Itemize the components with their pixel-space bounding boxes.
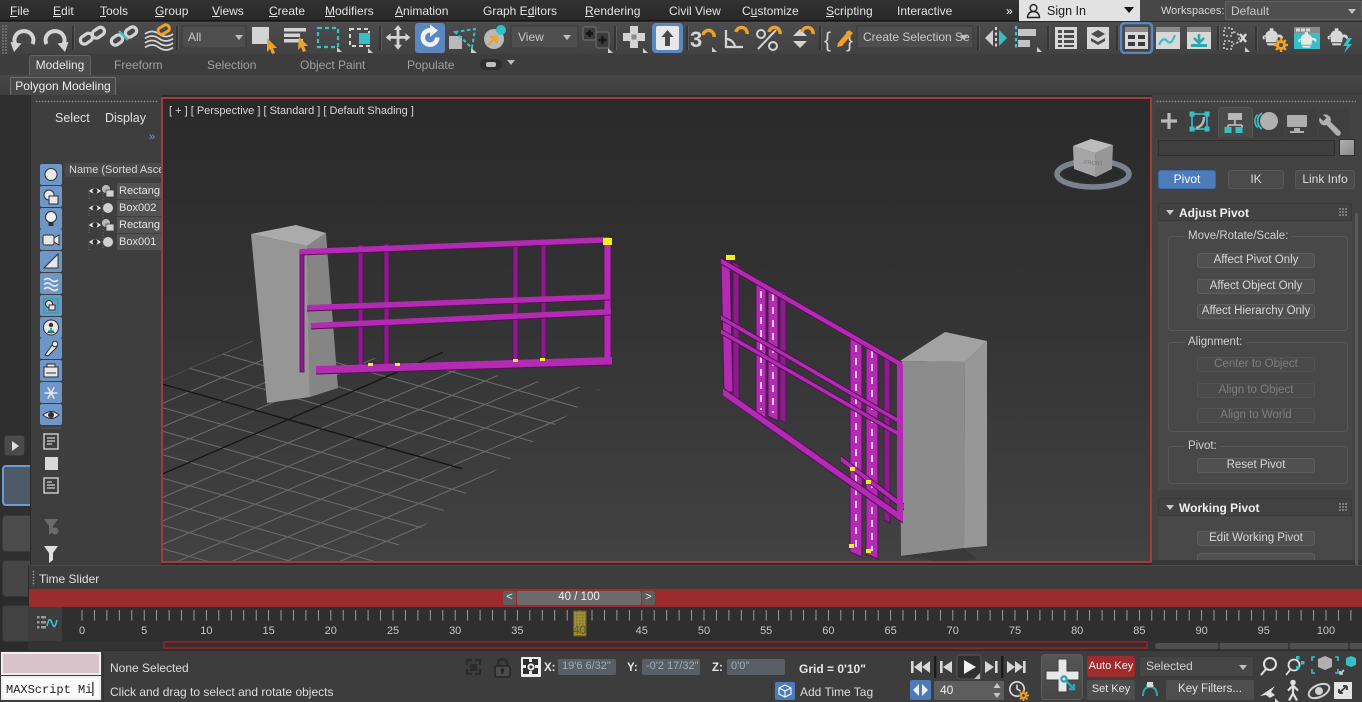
svg-text:0: 0 — [79, 625, 85, 637]
svg-text:15: 15 — [262, 625, 274, 637]
svg-text:60: 60 — [822, 625, 834, 637]
svg-text:95: 95 — [1258, 625, 1270, 637]
svg-text:3: 3 — [690, 27, 702, 52]
svg-text:All: All — [188, 30, 201, 44]
svg-text:65: 65 — [884, 625, 896, 637]
svg-text:100: 100 — [1317, 625, 1335, 637]
svg-text:40: 40 — [573, 625, 586, 637]
svg-text:70: 70 — [947, 625, 959, 637]
svg-text:[ + ] [ Perspective ] [ Standa: [ + ] [ Perspective ] [ Standard ] [ Def… — [169, 105, 414, 117]
svg-text:50: 50 — [698, 625, 710, 637]
svg-text:80: 80 — [1071, 625, 1083, 637]
svg-text:55: 55 — [760, 625, 772, 637]
svg-text:85: 85 — [1133, 625, 1145, 637]
svg-text:Create Selection Se: Create Selection Se — [863, 30, 970, 44]
svg-text:{: { — [824, 29, 831, 52]
svg-text:45: 45 — [636, 625, 648, 637]
svg-text:30: 30 — [449, 625, 461, 637]
svg-text:View: View — [518, 30, 544, 44]
svg-text:5: 5 — [141, 625, 147, 637]
svg-text:20: 20 — [325, 625, 337, 637]
svg-text:75: 75 — [1009, 625, 1021, 637]
svg-text:10: 10 — [200, 625, 212, 637]
svg-text:90: 90 — [1195, 625, 1207, 637]
svg-text:25: 25 — [387, 625, 399, 637]
svg-text:35: 35 — [511, 625, 523, 637]
